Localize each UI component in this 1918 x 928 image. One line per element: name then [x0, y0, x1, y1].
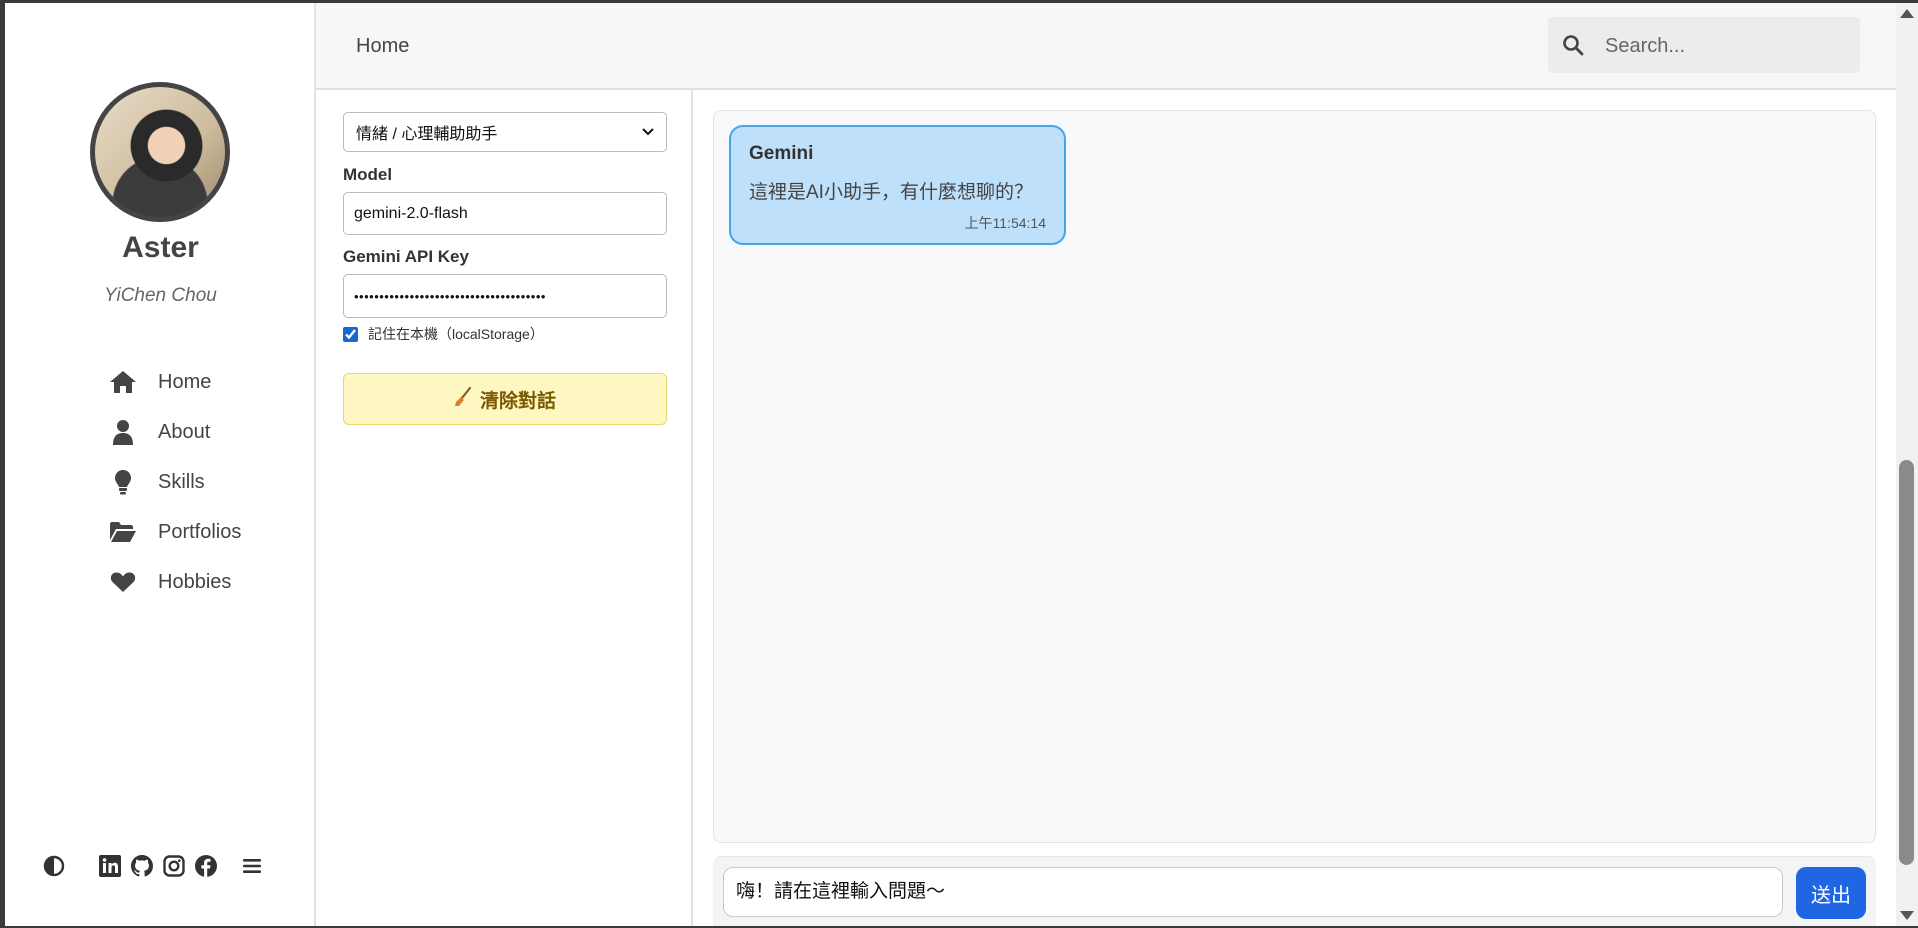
instagram-icon[interactable]	[161, 853, 187, 879]
clear-chat-label: 清除對話	[479, 390, 556, 412]
scrollbar-thumb[interactable]	[1899, 460, 1914, 865]
sidebar-item-about[interactable]: About	[108, 407, 241, 457]
message-bubble: Gemini 這裡是AI小助手，有什麼想聊的？ 上午11:54:14	[729, 125, 1066, 245]
user-icon	[108, 418, 138, 446]
remember-label: 記住在本機（localStorage）	[368, 326, 544, 342]
github-icon[interactable]	[129, 853, 155, 879]
sidebar-footer	[41, 853, 265, 879]
search-icon[interactable]	[1562, 34, 1584, 61]
chevron-down-icon	[642, 123, 654, 141]
chat-input-bar: 送出	[713, 856, 1876, 926]
profile-name: Aster	[122, 231, 199, 264]
sidebar-item-label: Home	[158, 370, 212, 393]
search-box	[1548, 17, 1860, 75]
sidebar-item-home[interactable]: Home	[108, 357, 241, 407]
model-label: Model	[343, 165, 393, 184]
assistant-settings-panel: 情緒 / 心理輔助助手 Model Gemini API Key •••••••…	[318, 90, 693, 926]
message-list: Gemini 這裡是AI小助手，有什麼想聊的？ 上午11:54:14	[713, 110, 1876, 843]
menu-icon[interactable]	[239, 853, 265, 879]
message-text: 這裡是AI小助手，有什麼想聊的？	[749, 182, 1033, 203]
chat-input[interactable]	[723, 867, 1783, 917]
sidebar-nav: Home About Skills Portfolios Hobbies	[108, 357, 241, 607]
message-time: 上午11:54:14	[964, 215, 1046, 231]
page-scrollbar[interactable]	[1896, 3, 1918, 926]
remember-checkbox[interactable]	[343, 326, 358, 342]
profile-subtitle: YiChen Chou	[104, 285, 217, 306]
folder-open-icon	[108, 518, 138, 546]
sidebar-item-label: Hobbies	[158, 570, 232, 593]
sidebar-item-portfolios[interactable]: Portfolios	[108, 507, 241, 557]
heart-icon	[108, 568, 138, 596]
facebook-icon[interactable]	[193, 853, 219, 879]
clear-chat-button[interactable]: 清除對話	[343, 373, 667, 425]
top-bar: Home	[316, 3, 1896, 90]
model-field[interactable]	[343, 192, 667, 235]
sidebar-item-hobbies[interactable]: Hobbies	[108, 557, 241, 607]
api-key-label: Gemini API Key	[343, 247, 469, 266]
chat-area: Gemini 這裡是AI小助手，有什麼想聊的？ 上午11:54:14 送出	[693, 90, 1896, 926]
api-key-field[interactable]: ••••••••••••••••••••••••••••••••••••••	[343, 274, 667, 318]
scroll-up-arrow-icon[interactable]	[1900, 9, 1914, 18]
avatar	[90, 82, 230, 222]
persona-select-value: 情緒 / 心理輔助助手	[356, 126, 498, 143]
lightbulb-icon	[108, 468, 138, 496]
breadcrumb[interactable]: Home	[356, 35, 409, 58]
sidebar-item-skills[interactable]: Skills	[108, 457, 241, 507]
sidebar-item-label: About	[158, 420, 211, 443]
theme-toggle-icon[interactable]	[41, 853, 67, 879]
remember-option[interactable]: 記住在本機（localStorage）	[343, 324, 544, 344]
search-input[interactable]	[1603, 17, 1847, 75]
sidebar: Aster YiChen Chou Home About Skills Port…	[5, 3, 316, 926]
browser-viewport: Aster YiChen Chou Home About Skills Port…	[5, 3, 1896, 926]
send-button[interactable]: 送出	[1796, 867, 1866, 919]
message-sender: Gemini	[749, 143, 814, 164]
persona-select[interactable]: 情緒 / 心理輔助助手	[343, 112, 667, 152]
sidebar-item-label: Skills	[158, 470, 205, 493]
linkedin-icon[interactable]	[97, 853, 123, 879]
scroll-down-arrow-icon[interactable]	[1900, 911, 1914, 920]
sidebar-item-label: Portfolios	[158, 520, 242, 543]
broom-icon	[454, 386, 472, 412]
home-icon	[108, 368, 138, 396]
